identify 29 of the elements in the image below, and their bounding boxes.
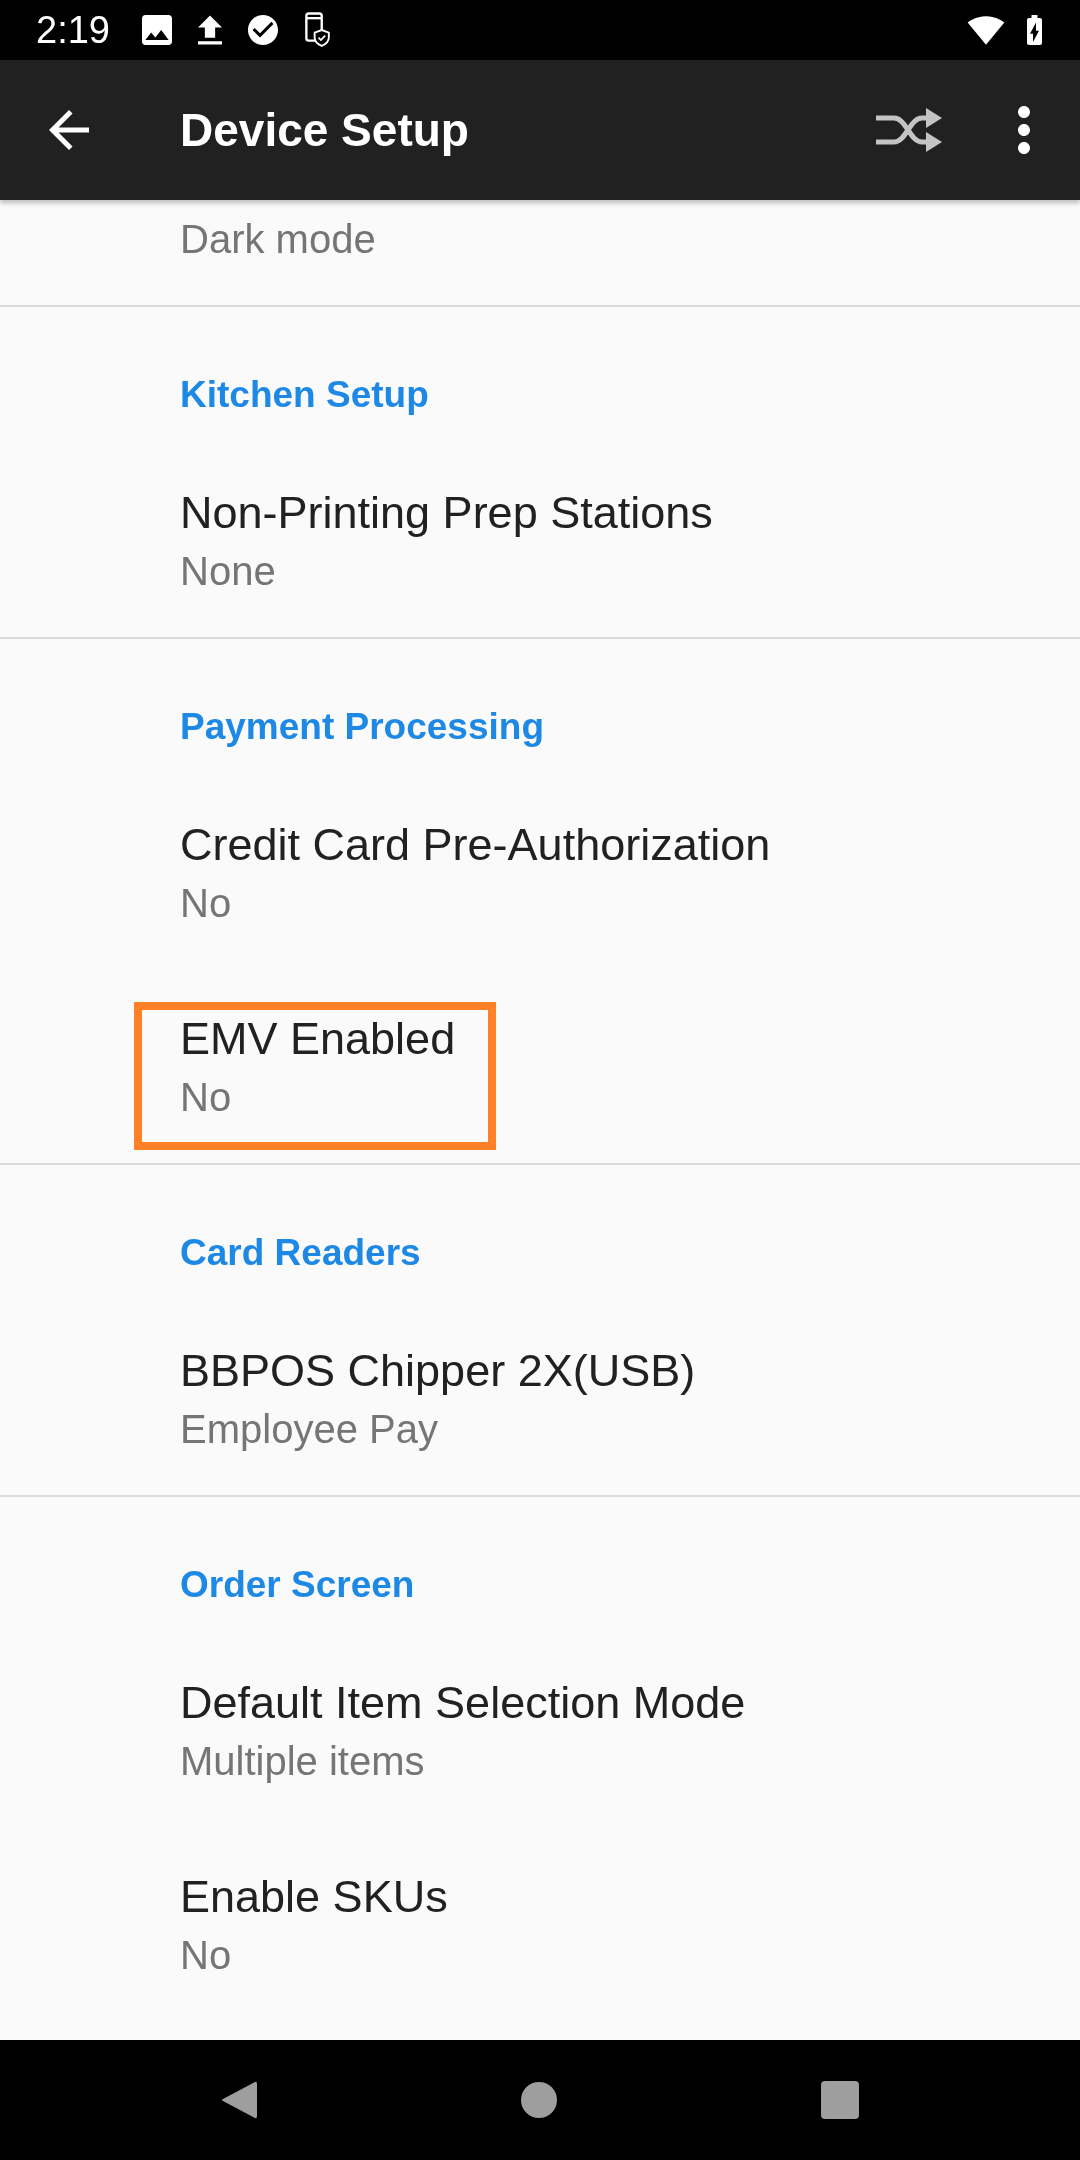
setting-value: Employee Pay <box>180 1406 438 1453</box>
setting-title[interactable]: Non-Printing Prep Stations <box>180 485 713 541</box>
setting-value: None <box>180 548 276 595</box>
more-options-icon[interactable] <box>1018 106 1030 154</box>
image-icon <box>141 15 172 45</box>
category-header: Payment Processing <box>180 705 544 749</box>
shuffle-icon[interactable] <box>876 108 942 152</box>
battery-charging-icon <box>1027 15 1042 45</box>
setting-title[interactable]: BBPOS Chipper 2X(USB) <box>180 1343 696 1399</box>
setting-title[interactable]: Enable SKUs <box>180 1869 448 1925</box>
category-header: Card Readers <box>180 1231 421 1275</box>
setting-title[interactable]: Credit Card Pre-Authorization <box>180 817 771 873</box>
upload-icon <box>197 15 222 45</box>
screen-title: Device Setup <box>180 103 469 158</box>
category-header: Kitchen Setup <box>180 373 429 417</box>
setting-title[interactable]: Default Item Selection Mode <box>180 1675 746 1731</box>
category-header: Order Screen <box>180 1563 415 1607</box>
setting-value: Multiple items <box>180 1738 425 1785</box>
setting-value: No <box>180 880 232 927</box>
setting-title[interactable]: EMV Enabled <box>180 1011 456 1067</box>
back-icon[interactable] <box>221 2080 257 2120</box>
setting-value: Dark mode <box>180 216 376 263</box>
setting-value: No <box>180 1932 232 1979</box>
wifi-icon <box>967 15 1005 45</box>
status-time: 2:19 <box>36 8 110 52</box>
home-icon[interactable] <box>521 2082 557 2118</box>
setting-value: No <box>180 1074 232 1121</box>
phone-shield-icon <box>303 12 330 48</box>
back-icon[interactable] <box>49 110 89 150</box>
